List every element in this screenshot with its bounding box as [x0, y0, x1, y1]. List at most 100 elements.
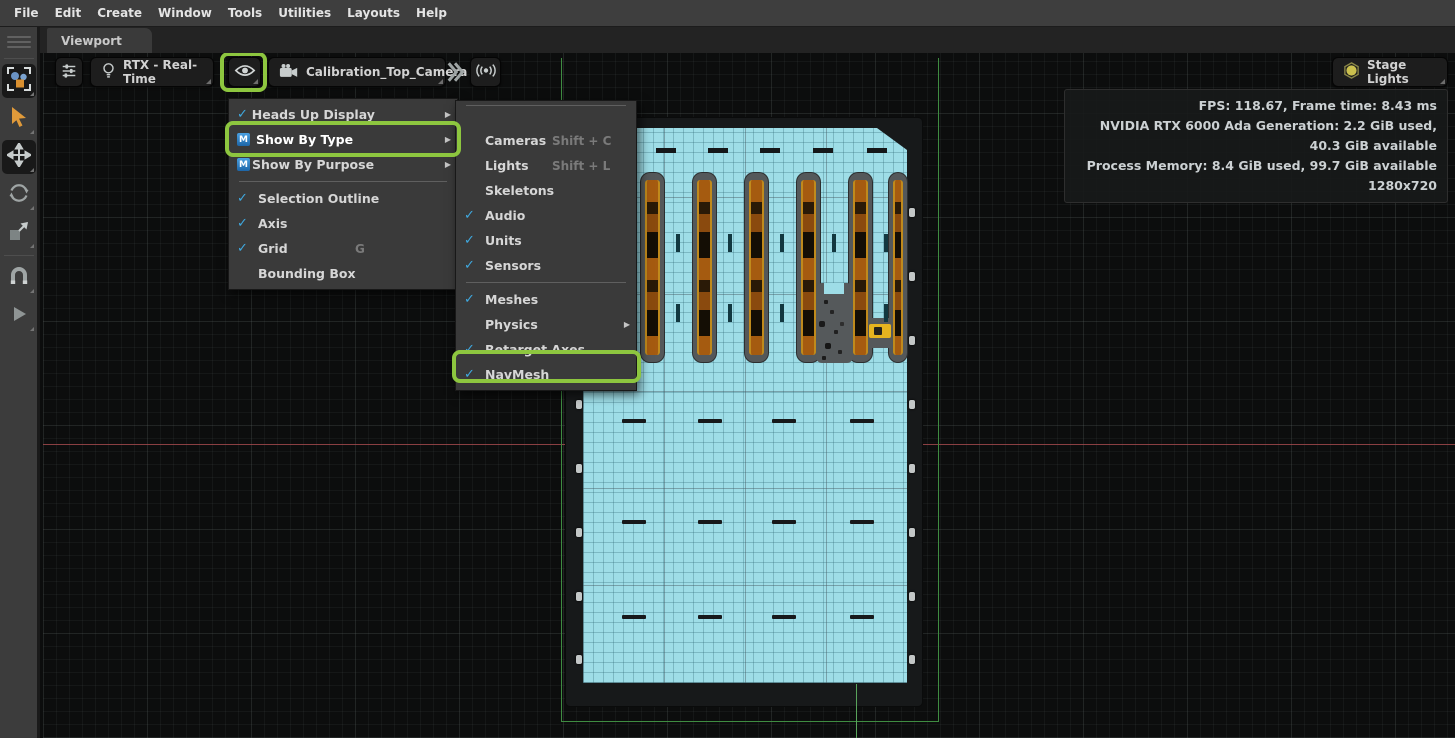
- menu-item-show-by-purpose[interactable]: M Show By Purpose ▶: [229, 152, 457, 177]
- visibility-button[interactable]: [228, 57, 261, 87]
- menu-tools[interactable]: Tools: [220, 6, 270, 20]
- floor-dash: [850, 520, 874, 524]
- menu-item-bounding-box[interactable]: Bounding Box: [229, 261, 457, 286]
- camera-select-button[interactable]: Calibration_Top_Camera: [268, 57, 446, 87]
- play-button[interactable]: [2, 299, 36, 333]
- render-mode-label: RTX - Real-Time: [123, 58, 203, 86]
- scale-tool-button[interactable]: [2, 216, 36, 250]
- wall-post: [909, 592, 915, 601]
- aisle-mark: [832, 234, 836, 252]
- check-icon: ✓: [464, 367, 475, 382]
- world-y-axis-line: [856, 684, 857, 738]
- snap-tool-button[interactable]: [2, 261, 36, 295]
- check-icon: ✓: [464, 342, 475, 357]
- menu-separator: [466, 105, 626, 106]
- menu-item-axis[interactable]: ✓ Axis: [229, 211, 457, 236]
- submenu-arrow-icon: ▶: [618, 320, 630, 329]
- move-tool-button[interactable]: [2, 140, 36, 174]
- menu-window[interactable]: Window: [150, 6, 220, 20]
- menu-layouts[interactable]: Layouts: [339, 6, 408, 20]
- check-icon: ✓: [464, 292, 475, 307]
- floor-dash: [850, 615, 874, 619]
- rotate-tool-button[interactable]: [2, 178, 36, 212]
- menu-file[interactable]: File: [6, 6, 47, 20]
- pallet-rack: [693, 173, 716, 362]
- camera-label: Calibration_Top_Camera: [306, 65, 467, 79]
- menu-item-show-by-type[interactable]: M Show By Type ▶: [229, 127, 457, 152]
- menu-item-grid[interactable]: ✓ Grid G: [229, 236, 457, 261]
- dock-handle-icon[interactable]: [7, 33, 31, 51]
- menu-item-cameras[interactable]: Cameras Shift + C: [456, 128, 636, 153]
- aisle-mark: [728, 304, 732, 322]
- menu-utilities[interactable]: Utilities: [270, 6, 339, 20]
- toolbar-separator: [4, 255, 34, 256]
- pallet-rack: [745, 173, 768, 362]
- left-toolbar: [0, 27, 40, 738]
- tab-bar: Viewport: [40, 27, 1455, 53]
- pallet-rack: [641, 173, 664, 362]
- check-icon: ✓: [237, 216, 248, 231]
- shortcut-label: Shift + C: [552, 134, 630, 148]
- camera-frustum-bottom: [561, 721, 939, 722]
- floor-dash: [708, 148, 728, 153]
- menu-item-skeletons[interactable]: Skeletons: [456, 178, 636, 203]
- menu-create[interactable]: Create: [89, 6, 150, 20]
- aisle-mark: [676, 304, 680, 322]
- staging-zone: [816, 283, 853, 363]
- menu-item-units[interactable]: ✓ Units: [456, 228, 636, 253]
- floor-dash: [622, 520, 646, 524]
- floor-dash: [760, 148, 780, 153]
- floor-dash: [813, 148, 833, 153]
- forklift: [869, 324, 891, 338]
- move-icon: [7, 143, 31, 171]
- select-tool-button[interactable]: [2, 102, 36, 136]
- aisle-mark: [676, 234, 680, 252]
- menu-item-heads-up-display[interactable]: ✓ Heads Up Display ▶: [229, 102, 457, 127]
- aisle-mark: [884, 234, 888, 252]
- signal-icon: [475, 63, 497, 81]
- hud-stats-panel: FPS: 118.67, Frame time: 8.43 ms NVIDIA …: [1064, 89, 1448, 203]
- rotate-icon: [7, 181, 31, 209]
- floor-dash: [772, 520, 796, 524]
- viewport-settings-button[interactable]: [55, 57, 83, 87]
- signal-broadcast-button[interactable]: [470, 57, 501, 87]
- menu-item-meshes[interactable]: ✓ Meshes: [456, 287, 636, 312]
- wall-post: [909, 464, 915, 473]
- menu-item-lights[interactable]: Lights Shift + L: [456, 153, 636, 178]
- tab-viewport[interactable]: Viewport: [47, 28, 152, 53]
- floor-dash: [698, 615, 722, 619]
- menu-help[interactable]: Help: [408, 6, 455, 20]
- floor-dash: [622, 419, 646, 423]
- wall-post: [576, 528, 582, 537]
- selection-mode-tool-button[interactable]: [2, 64, 36, 98]
- floor-dash: [772, 419, 796, 423]
- menu-item-physics[interactable]: Physics ▶: [456, 312, 636, 337]
- floor-dash: [698, 419, 722, 423]
- sliders-icon: [60, 62, 78, 83]
- check-icon: ✓: [464, 233, 475, 248]
- render-mode-button[interactable]: RTX - Real-Time: [90, 57, 214, 87]
- menu-edit[interactable]: Edit: [47, 6, 90, 20]
- check-icon: ✓: [237, 107, 248, 122]
- show-by-type-submenu: Cameras Shift + C Lights Shift + L Skele…: [455, 100, 637, 391]
- menu-item-selection-outline[interactable]: ✓ Selection Outline: [229, 186, 457, 211]
- wall-post: [909, 528, 915, 537]
- chevron-separator-icon[interactable]: [445, 56, 465, 92]
- hud-memory-line: Process Memory: 8.4 GiB used, 99.7 GiB a…: [1075, 156, 1437, 176]
- stage-lights-button[interactable]: Stage Lights: [1332, 57, 1448, 87]
- floor-dash: [850, 419, 874, 423]
- menu-item-sensors[interactable]: ✓ Sensors: [456, 253, 636, 278]
- floor-dash: [698, 520, 722, 524]
- aisle-mark: [780, 234, 784, 252]
- stage-lights-label: Stage Lights: [1367, 58, 1437, 86]
- aisle-mark: [884, 304, 888, 322]
- menu-item-retarget-axes[interactable]: ✓ Retarget Axes: [456, 337, 636, 362]
- menu-item-audio[interactable]: ✓ Audio: [456, 203, 636, 228]
- staging-zone-inlet: [824, 283, 844, 294]
- menu-item-navmesh[interactable]: ✓ NavMesh: [456, 362, 636, 387]
- visibility-menu: ✓ Heads Up Display ▶ M Show By Type ▶ M …: [228, 98, 458, 290]
- menu-bar: File Edit Create Window Tools Utilities …: [0, 0, 1455, 27]
- floor-dash: [867, 148, 887, 153]
- submenu-arrow-icon: ▶: [440, 135, 451, 144]
- shortcut-label: Shift + L: [552, 159, 630, 173]
